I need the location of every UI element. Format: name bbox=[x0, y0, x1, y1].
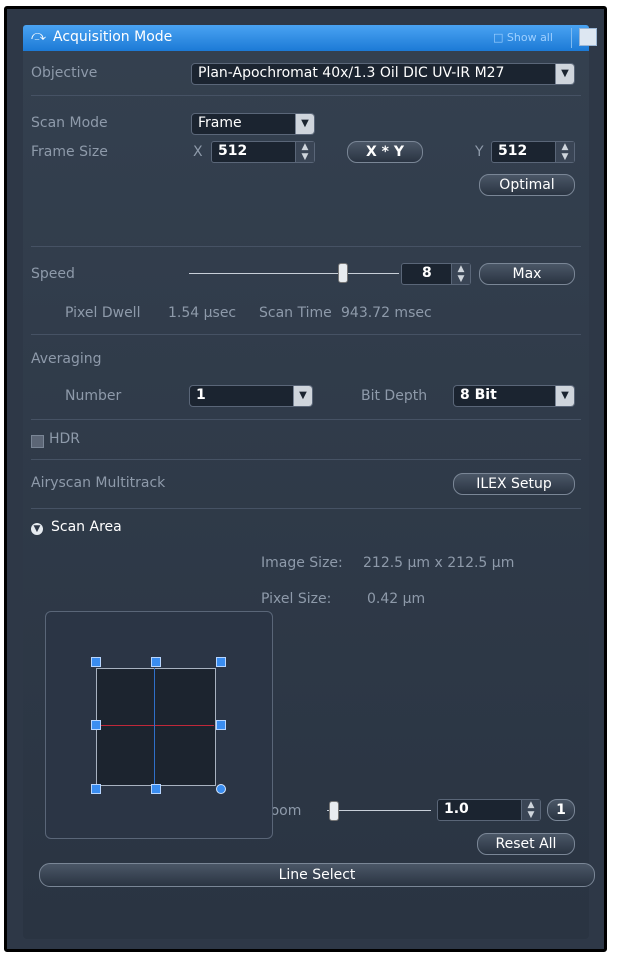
header-divider bbox=[571, 28, 572, 48]
scan-mode-select[interactable]: Frame ▼ bbox=[191, 113, 315, 135]
speed-slider-knob[interactable] bbox=[338, 263, 349, 283]
reset-all-button[interactable]: Reset All bbox=[477, 833, 575, 855]
resize-handle[interactable] bbox=[216, 720, 226, 730]
divider bbox=[31, 459, 581, 460]
panel-header[interactable]: ⤼ Acquisition Mode □ Show all bbox=[23, 25, 597, 51]
frame-x-stepper[interactable]: 512 ▲ ▼ bbox=[211, 141, 315, 163]
speed-stepper[interactable]: 8 ▲ ▼ bbox=[401, 263, 471, 285]
divider bbox=[31, 95, 581, 96]
app-frame: ⤼ Acquisition Mode □ Show all Objective … bbox=[4, 6, 607, 952]
frame-y-stepper[interactable]: 512 ▲ ▼ bbox=[491, 141, 575, 163]
zoom-value: 1.0 bbox=[444, 801, 469, 817]
averaging-number-select[interactable]: 1 ▼ bbox=[189, 385, 313, 407]
scan-mode-value: Frame bbox=[198, 115, 242, 131]
resize-handle[interactable] bbox=[91, 784, 101, 794]
edit-icon[interactable] bbox=[579, 28, 597, 46]
pixel-dwell-value: 1.54 µsec bbox=[168, 305, 237, 321]
show-all-toggle[interactable]: □ Show all bbox=[493, 31, 553, 44]
resize-handle[interactable] bbox=[91, 720, 101, 730]
frame-size-label: Frame Size bbox=[31, 144, 108, 160]
frame-y-value: 512 bbox=[498, 143, 528, 159]
resize-handle[interactable] bbox=[91, 657, 101, 667]
scan-time-label: Scan Time bbox=[259, 305, 332, 321]
hdr-label: HDR bbox=[49, 431, 81, 447]
resize-handle[interactable] bbox=[151, 657, 161, 667]
optimal-button[interactable]: Optimal bbox=[479, 174, 575, 196]
averaging-label: Averaging bbox=[31, 351, 102, 367]
speed-value: 8 bbox=[422, 265, 432, 281]
stepper-arrows-icon[interactable]: ▲ ▼ bbox=[555, 142, 574, 162]
speed-label: Speed bbox=[31, 266, 75, 282]
objective-label: Objective bbox=[31, 65, 98, 81]
stepper-arrows-icon[interactable]: ▲ ▼ bbox=[295, 142, 314, 162]
image-size-value: 212.5 µm x 212.5 µm bbox=[363, 555, 515, 571]
resize-handle[interactable] bbox=[151, 784, 161, 794]
image-size-label: Image Size: bbox=[261, 555, 343, 571]
stepper-arrows-icon[interactable]: ▲ ▼ bbox=[451, 264, 470, 284]
bit-depth-label: Bit Depth bbox=[361, 388, 428, 404]
frame-x-label: X bbox=[193, 144, 203, 160]
line-select-button[interactable]: Line Select bbox=[39, 863, 595, 887]
averaging-number-value: 1 bbox=[196, 387, 206, 403]
objective-value: Plan-Apochromat 40x/1.3 Oil DIC UV-IR M2… bbox=[198, 65, 505, 81]
scan-region[interactable] bbox=[96, 668, 216, 786]
frame-x-value: 512 bbox=[218, 143, 248, 159]
panel-title: Acquisition Mode bbox=[53, 29, 173, 45]
zoom-reset-button[interactable]: 1 bbox=[547, 799, 575, 821]
stepper-arrows-icon[interactable]: ▲ ▼ bbox=[521, 800, 540, 820]
scan-area-title: Scan Area bbox=[51, 519, 122, 535]
xy-button[interactable]: X * Y bbox=[347, 141, 423, 163]
averaging-number-label: Number bbox=[65, 388, 122, 404]
expand-chevron-icon[interactable]: ▼ bbox=[31, 523, 43, 535]
max-button[interactable]: Max bbox=[479, 263, 575, 285]
objective-select[interactable]: Plan-Apochromat 40x/1.3 Oil DIC UV-IR M2… bbox=[191, 63, 575, 85]
chevron-down-icon[interactable]: ▼ bbox=[555, 64, 574, 84]
rotate-handle[interactable] bbox=[216, 784, 226, 794]
pixel-size-label: Pixel Size: bbox=[261, 591, 332, 607]
airyscan-label: Airyscan Multitrack bbox=[31, 475, 166, 491]
acquisition-panel: ⤼ Acquisition Mode □ Show all Objective … bbox=[7, 9, 604, 949]
collapse-arrow-icon[interactable]: ⤼ bbox=[31, 28, 46, 44]
chevron-down-icon[interactable]: ▼ bbox=[295, 114, 314, 134]
scan-mode-label: Scan Mode bbox=[31, 115, 108, 131]
scan-time-value: 943.72 msec bbox=[341, 305, 432, 321]
zoom-slider-knob[interactable] bbox=[329, 801, 339, 821]
scan-line-horizontal bbox=[96, 725, 214, 726]
ilex-setup-button[interactable]: ILEX Setup bbox=[453, 473, 575, 495]
scan-area-preview[interactable] bbox=[45, 611, 273, 839]
frame-y-label: Y bbox=[475, 144, 484, 160]
scan-line-vertical bbox=[154, 668, 155, 784]
pixel-size-value: 0.42 µm bbox=[367, 591, 426, 607]
chevron-down-icon[interactable]: ▼ bbox=[555, 386, 574, 406]
divider bbox=[31, 508, 581, 509]
resize-handle[interactable] bbox=[216, 657, 226, 667]
zoom-slider-track[interactable] bbox=[327, 810, 431, 811]
divider bbox=[31, 419, 581, 420]
hdr-checkbox[interactable] bbox=[31, 435, 44, 448]
speed-slider-track[interactable] bbox=[189, 273, 399, 274]
divider bbox=[31, 334, 581, 335]
chevron-down-icon[interactable]: ▼ bbox=[293, 386, 312, 406]
zoom-stepper[interactable]: 1.0 ▲ ▼ bbox=[437, 799, 541, 821]
pixel-dwell-label: Pixel Dwell bbox=[65, 305, 141, 321]
bit-depth-value: 8 Bit bbox=[460, 387, 497, 403]
divider bbox=[31, 246, 581, 247]
bit-depth-select[interactable]: 8 Bit ▼ bbox=[453, 385, 575, 407]
